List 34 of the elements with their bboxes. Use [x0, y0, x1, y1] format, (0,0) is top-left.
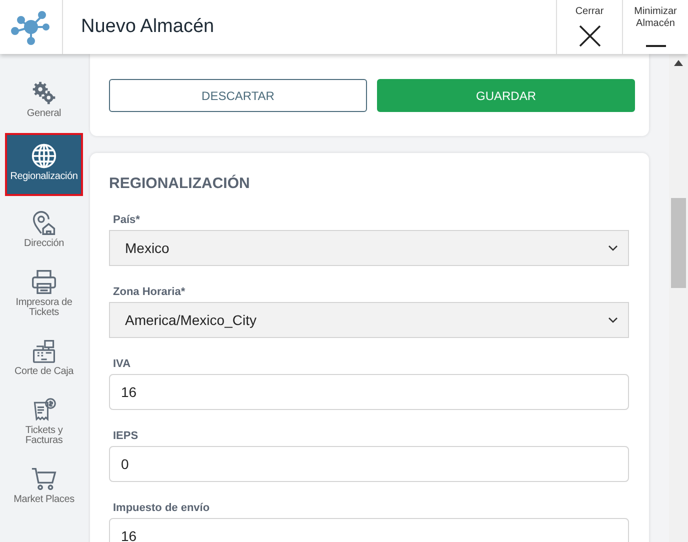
sidebar-item[interactable]: Regionalización: [5, 133, 83, 196]
input-field[interactable]: 16: [109, 518, 629, 542]
sidebar-item[interactable]: Tickets y Facturas: [5, 391, 83, 452]
receipt-dollar-icon: [31, 397, 57, 423]
select-field[interactable]: America/Mexico_City: [109, 302, 629, 338]
printer-icon: [31, 269, 57, 295]
field-label: Zona Horaria*: [112, 286, 186, 299]
select-field[interactable]: Mexico: [109, 230, 629, 266]
input-field[interactable]: 16: [109, 374, 629, 410]
input-field[interactable]: 0: [109, 446, 629, 482]
sidebar-item[interactable]: Dirección: [5, 204, 83, 255]
gears-icon: [31, 80, 57, 106]
field-label: País*: [112, 214, 141, 227]
cash-register-icon: [31, 338, 57, 364]
cart-icon: [31, 466, 57, 492]
sidebar-item[interactable]: Market Places: [5, 460, 83, 511]
scroll-up-arrow-icon[interactable]: [674, 60, 683, 66]
field-label: IVA: [112, 358, 132, 371]
chevron-down-icon: [608, 245, 618, 251]
location-house-icon: [31, 210, 57, 236]
field-label: IEPS: [112, 430, 140, 443]
section-title: REGIONALIZACIÓN: [109, 175, 251, 192]
close-icon: [578, 25, 600, 47]
chevron-down-icon: [608, 317, 618, 323]
minimize-icon: [646, 45, 666, 47]
sidebar-item[interactable]: General: [5, 74, 83, 125]
sidebar-item[interactable]: Corte de Caja: [5, 332, 83, 383]
sidebar-item[interactable]: Impresora de Tickets: [5, 263, 83, 324]
scrollbar-thumb[interactable]: [671, 198, 686, 288]
field-label: Impuesto de envío: [112, 502, 211, 515]
network-logo-icon: [11, 9, 51, 45]
globe-icon: [31, 143, 57, 169]
window-title: Nuevo Almacén: [81, 16, 214, 38]
discard-button[interactable]: DESCARTAR: [109, 79, 367, 112]
